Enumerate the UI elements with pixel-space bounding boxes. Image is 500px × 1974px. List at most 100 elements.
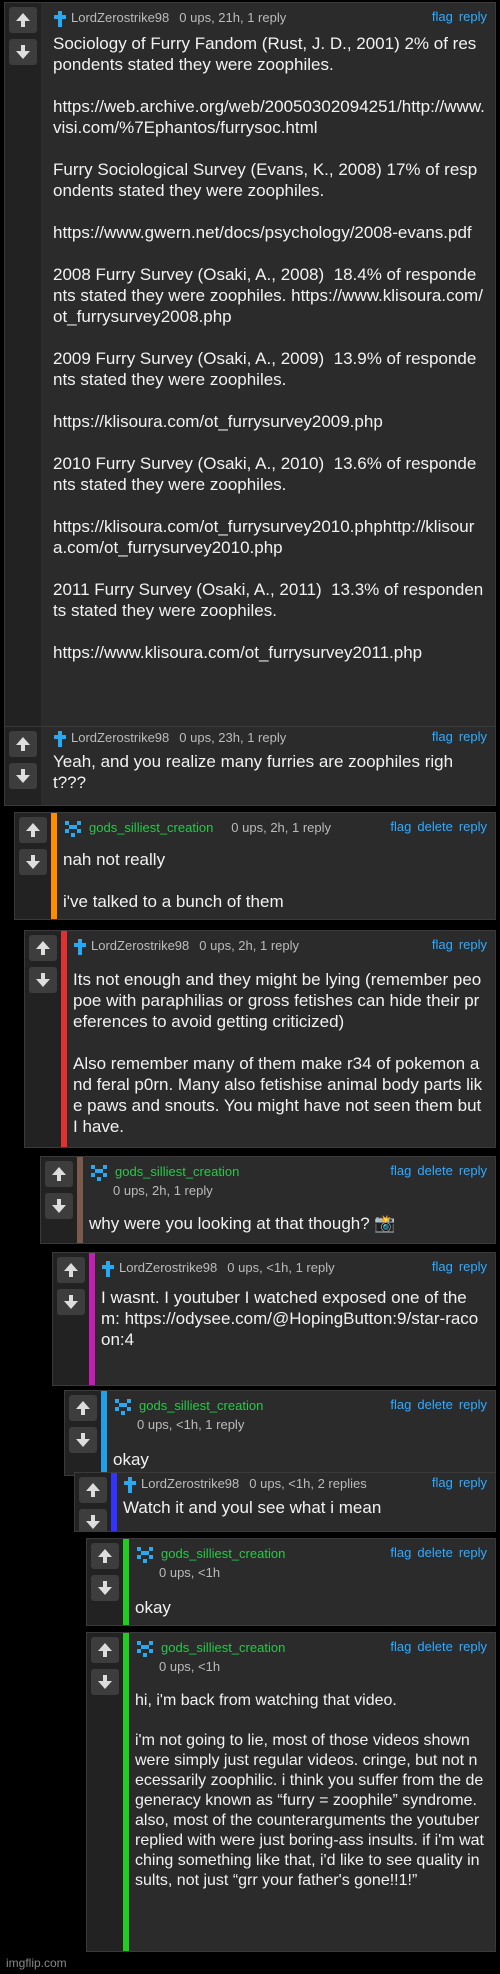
thread-accent-bar [101,1391,107,1475]
username[interactable]: gods_silliest_creation [161,1640,285,1655]
username[interactable]: gods_silliest_creation [161,1546,285,1561]
upvote-button[interactable] [45,1161,73,1187]
downvote-button[interactable] [9,39,37,65]
downvote-button[interactable] [29,967,57,993]
flag-link[interactable]: flag [390,819,411,834]
reply-link[interactable]: reply [459,729,487,744]
comment-5: LordZerostrike98 0 ups, <1h, 1 reply flag… [52,1252,496,1386]
username[interactable]: gods_silliest_creation [139,1398,263,1413]
flag-link[interactable]: flag [390,1639,411,1654]
comment-body: why were you looking at that though? 📸 [89,1214,396,1233]
delete-link[interactable]: delete [417,1163,452,1178]
reply-link[interactable]: reply [459,1259,487,1274]
comment-actions: flag reply [426,1475,487,1490]
username[interactable]: LordZerostrike98 [119,1260,217,1275]
comment-actions: flag delete reply [384,1639,487,1654]
delete-link[interactable]: delete [417,1545,452,1560]
comment-meta: 0 ups, 2h, 1 reply [199,938,300,953]
thread-accent-bar [123,1633,129,1951]
downvote-button[interactable] [91,1575,119,1601]
delete-link[interactable]: delete [417,1639,452,1654]
pixel-avatar-icon [91,1165,107,1181]
flag-link[interactable]: flag [432,9,453,24]
upvote-button[interactable] [57,1257,85,1283]
arrow-down-icon [16,45,30,59]
upvote-button[interactable] [19,817,47,843]
upvote-button[interactable] [9,7,37,33]
username[interactable]: LordZerostrike98 [71,730,169,745]
arrow-up-icon [86,1483,100,1497]
arrow-down-icon [98,1675,112,1689]
vote-column [25,931,61,1147]
flag-link[interactable]: flag [432,729,453,744]
downvote-button[interactable] [79,1509,107,1531]
cross-icon [102,1260,114,1277]
arrow-up-icon [26,823,40,837]
reply-link[interactable]: reply [459,1639,487,1654]
arrow-down-icon [36,973,50,987]
comment-body: Yeah, and you realize many furries are z… [53,752,454,792]
delete-link[interactable]: delete [417,1397,452,1412]
cross-icon [54,10,66,27]
thread-accent-bar [77,1157,83,1243]
upvote-button[interactable] [9,731,37,757]
comment-7: LordZerostrike98 0 ups, <1h, 2 replies fl… [74,1472,496,1532]
username[interactable]: gods_silliest_creation [115,1164,239,1179]
comment-header: LordZerostrike98 0 ups, 21h, 1 reply [53,9,489,28]
flag-link[interactable]: flag [432,937,453,952]
reply-link[interactable]: reply [459,1475,487,1490]
flag-link[interactable]: flag [390,1163,411,1178]
username[interactable]: gods_silliest_creation [89,820,213,835]
vote-column [75,1473,111,1531]
comment-6: gods_silliest_creation 0 ups, <1h, 1 rep… [64,1390,496,1476]
comment-actions: flag reply [426,729,487,744]
vote-column [5,727,41,805]
watermark: imgflip.com [6,1956,67,1970]
reply-link[interactable]: reply [459,819,487,834]
username[interactable]: LordZerostrike98 [141,1476,239,1491]
upvote-button[interactable] [29,935,57,961]
comment-body: hi, i'm back from watching that video. i… [135,1692,484,1889]
thread-accent-bar [51,813,57,919]
thread-accent-bar [89,1253,95,1385]
username[interactable]: LordZerostrike98 [71,10,169,25]
comment-meta: 0 ups, 23h, 1 reply [179,730,287,745]
thread-accent-bar [123,1539,129,1625]
flag-link[interactable]: flag [390,1545,411,1560]
upvote-button[interactable] [91,1543,119,1569]
arrow-down-icon [76,1433,90,1447]
downvote-button[interactable] [69,1427,97,1453]
arrow-down-icon [86,1515,100,1529]
reply-link[interactable]: reply [459,1545,487,1560]
comment-4: gods_silliest_creation 0 ups, 2h, 1 repl… [40,1156,496,1244]
comment-actions: flag delete reply [384,819,487,834]
arrow-up-icon [36,941,50,955]
flag-link[interactable]: flag [432,1475,453,1490]
reply-link[interactable]: reply [459,937,487,952]
downvote-button[interactable] [45,1193,73,1219]
downvote-button[interactable] [19,849,47,875]
arrow-up-icon [16,737,30,751]
reply-link[interactable]: reply [459,1163,487,1178]
arrow-down-icon [52,1199,66,1213]
upvote-button[interactable] [91,1637,119,1663]
vote-column [87,1633,123,1951]
comment-body: nah not really i've talked to a bunch of… [63,850,284,911]
downvote-button[interactable] [57,1289,85,1315]
reply-link[interactable]: reply [459,1397,487,1412]
username[interactable]: LordZerostrike98 [91,938,189,953]
reply-link[interactable]: reply [459,9,487,24]
comment-actions: flag reply [426,1259,487,1274]
pixel-avatar-icon [115,1399,131,1415]
flag-link[interactable]: flag [432,1259,453,1274]
delete-link[interactable]: delete [417,819,452,834]
upvote-button[interactable] [79,1477,107,1503]
comment-meta: 0 ups, <1h, 1 reply [137,1417,245,1432]
pixel-avatar-icon [137,1547,153,1563]
comment-body: Its not enough and they might be lying (… [73,970,483,1136]
upvote-button[interactable] [69,1395,97,1421]
flag-link[interactable]: flag [390,1397,411,1412]
thread-accent-bar [61,931,67,1147]
downvote-button[interactable] [9,763,37,789]
downvote-button[interactable] [91,1669,119,1695]
